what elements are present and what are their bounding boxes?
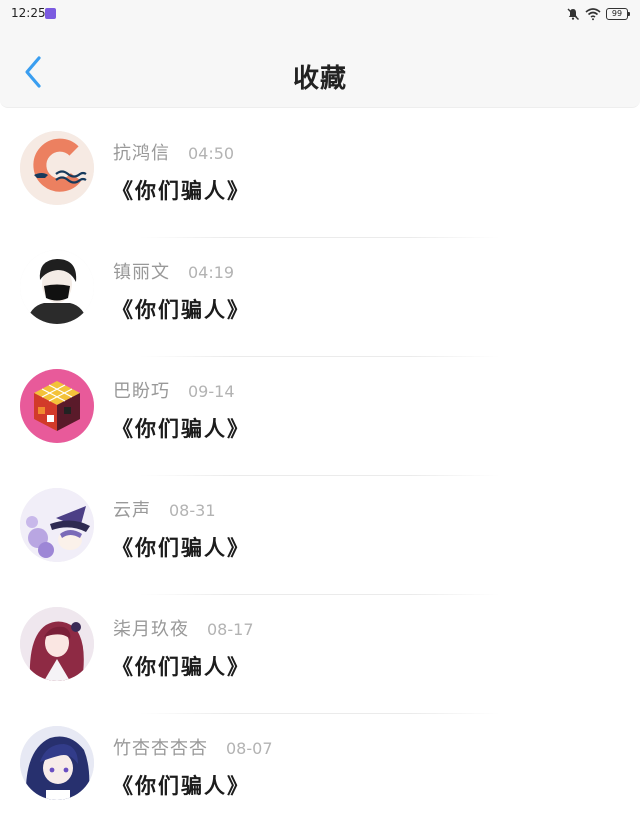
user-name: 抗鸿信 (113, 143, 170, 164)
avatar[interactable] (20, 369, 94, 443)
timestamp: 04:19 (188, 263, 235, 282)
avatar[interactable] (20, 726, 94, 800)
masked-boy-avatar (20, 250, 94, 324)
wifi-icon (585, 8, 601, 21)
status-time: 12:25 (11, 6, 46, 20)
witch-hat-anime-avatar (20, 488, 94, 562)
page-title: 收藏 (292, 64, 347, 94)
timestamp: 04:50 (188, 144, 235, 163)
avatar[interactable] (20, 250, 94, 324)
user-name: 柒月玖夜 (113, 619, 189, 640)
user-name: 云声 (113, 500, 151, 521)
orange-logo-avatar (20, 131, 94, 205)
favorites-list: 抗鸿信 04:50 《你们骗人》 镇丽文 04:19 《你们骗人》 巴盼巧 09… (0, 119, 640, 828)
avatar[interactable] (20, 131, 94, 205)
avatar[interactable] (20, 607, 94, 681)
timestamp: 08-17 (207, 620, 254, 639)
avatar[interactable] (20, 488, 94, 562)
status-icons: 99 (566, 6, 630, 22)
item-title: 《你们骗人》 (112, 655, 250, 679)
user-name: 巴盼巧 (113, 381, 170, 402)
header-bar: 收藏 (0, 28, 640, 108)
list-item[interactable]: 柒月玖夜 08-17 《你们骗人》 (0, 595, 640, 714)
red-hair-anime-avatar (20, 607, 94, 681)
item-title: 《你们骗人》 (112, 179, 250, 203)
item-title: 《你们骗人》 (112, 417, 250, 441)
battery-icon: 99 (606, 8, 630, 20)
timestamp: 08-31 (169, 501, 216, 520)
blue-hair-anime-avatar (20, 726, 94, 800)
timestamp: 09-14 (188, 382, 235, 401)
status-bar: 12:25 99 (0, 0, 640, 28)
list-item[interactable]: 云声 08-31 《你们骗人》 (0, 476, 640, 595)
list-item[interactable]: 竹杏杏杏杏 08-07 《你们骗人》 (0, 714, 640, 828)
user-name: 竹杏杏杏杏 (113, 738, 208, 759)
timestamp: 08-07 (226, 739, 273, 758)
list-item[interactable]: 抗鸿信 04:50 《你们骗人》 (0, 119, 640, 238)
item-title: 《你们骗人》 (112, 774, 250, 798)
item-title: 《你们骗人》 (112, 298, 250, 322)
list-item[interactable]: 巴盼巧 09-14 《你们骗人》 (0, 357, 640, 476)
rubiks-cube-avatar (20, 369, 94, 443)
mute-icon (567, 8, 579, 20)
app-notification-icon (45, 8, 56, 19)
item-title: 《你们骗人》 (112, 536, 250, 560)
list-item[interactable]: 镇丽文 04:19 《你们骗人》 (0, 238, 640, 357)
user-name: 镇丽文 (113, 262, 170, 283)
